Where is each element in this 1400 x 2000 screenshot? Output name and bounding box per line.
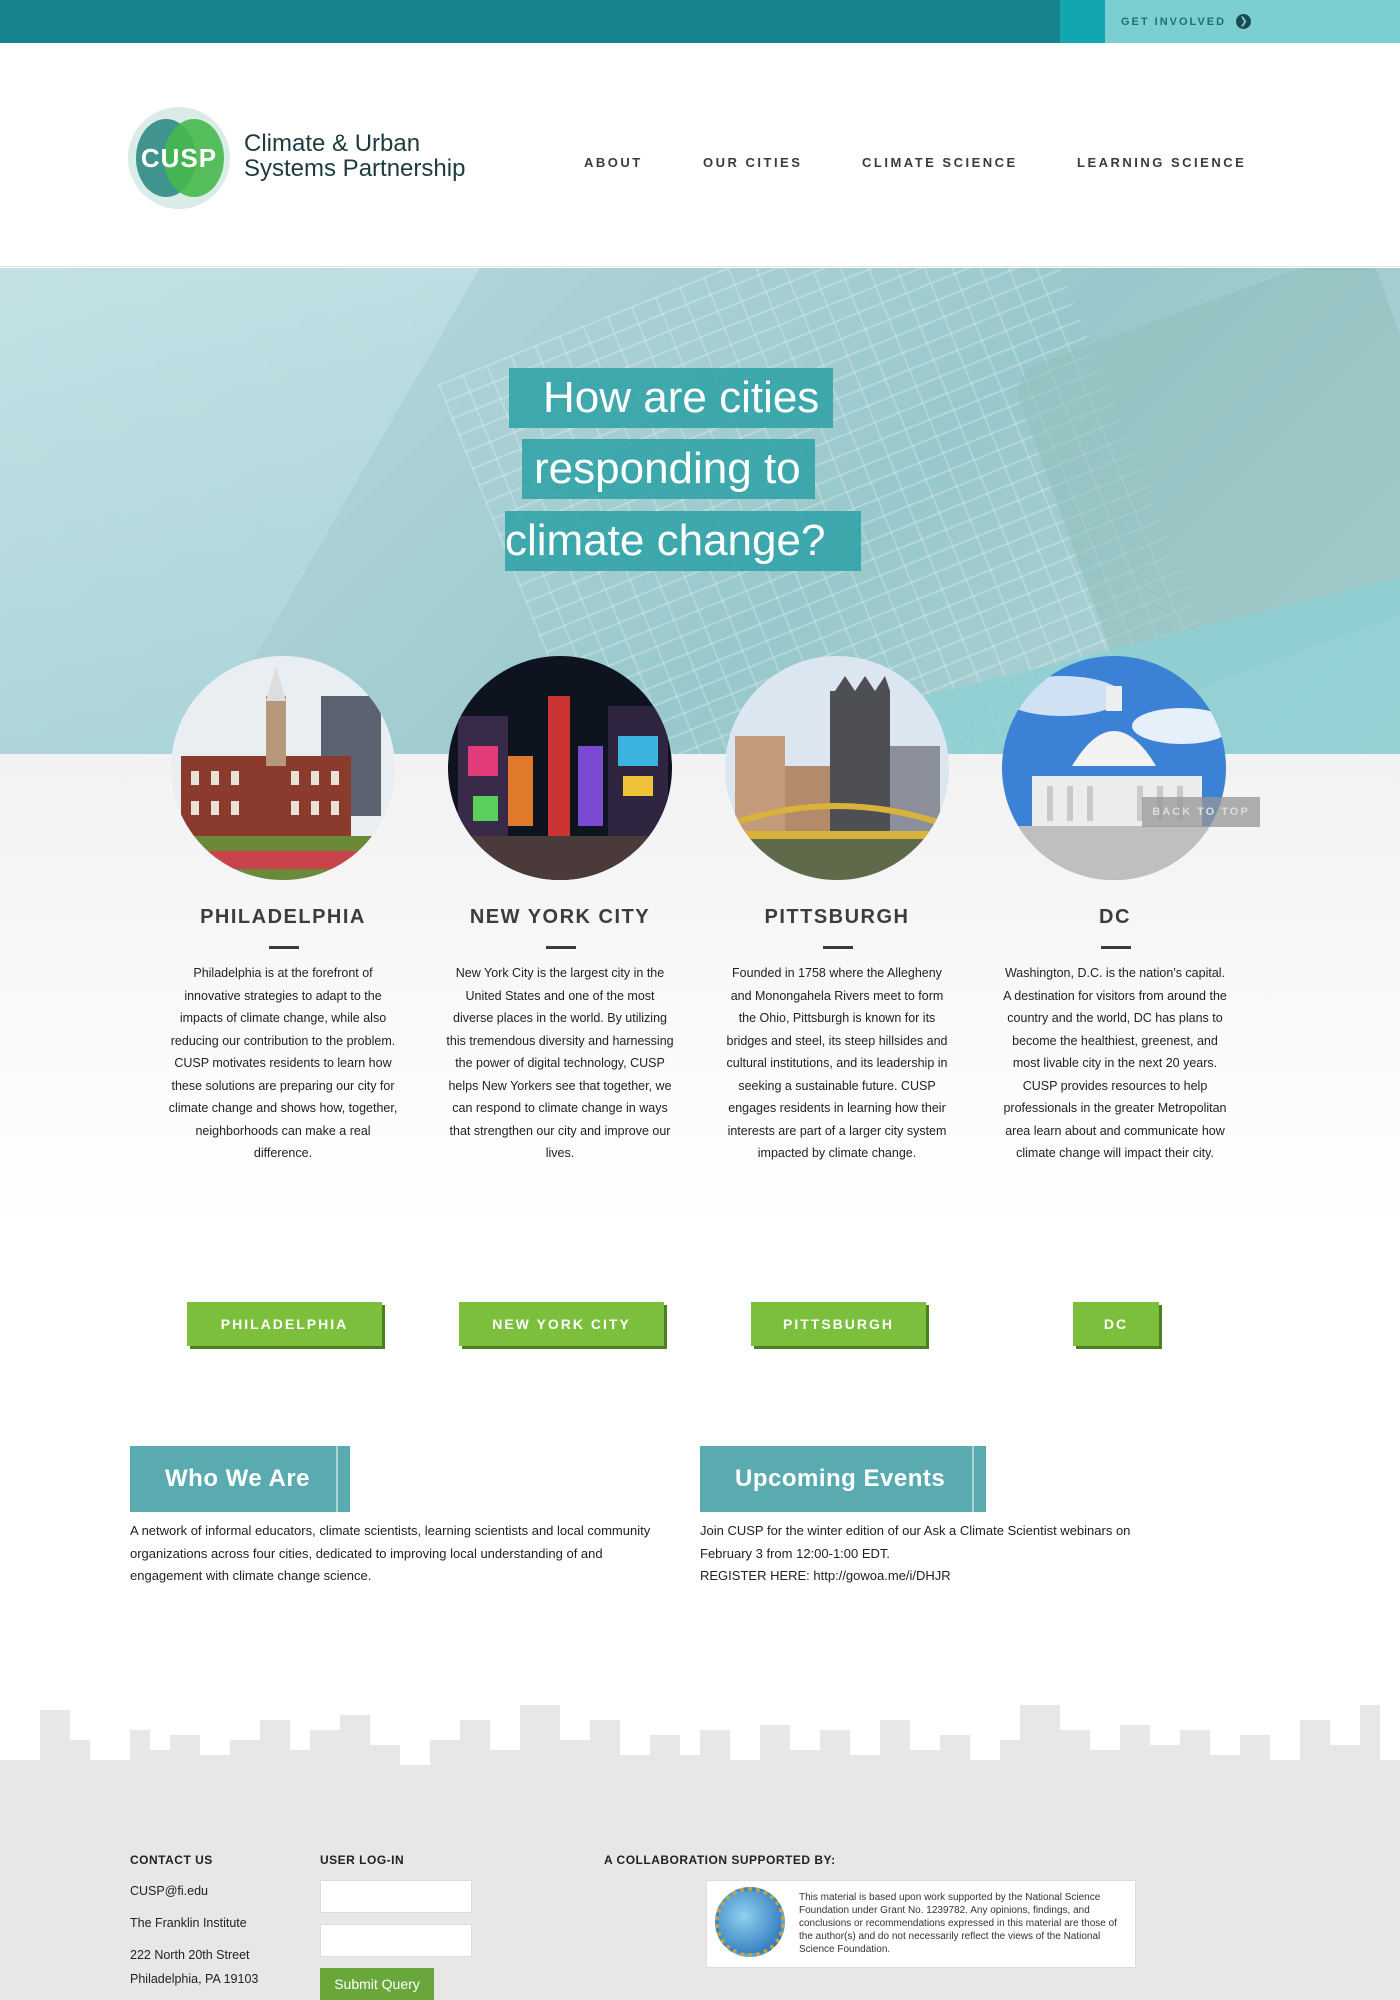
dc-description: Washington, D.C. is the nation's capital… [1003, 966, 1227, 1160]
philadelphia-image[interactable] [171, 656, 395, 880]
philadelphia-button[interactable]: PHILADELPHIA [187, 1302, 382, 1346]
contact-heading: CONTACT US [130, 1853, 213, 1867]
site-name-line1: Climate & Urban [244, 130, 421, 157]
new-york-city-divider [546, 946, 576, 949]
dc-button[interactable]: DC [1073, 1302, 1159, 1346]
nav-about[interactable]: ABOUT [584, 155, 643, 170]
nsf-acknowledgement-text: This material is based upon work support… [799, 1892, 1117, 1955]
hero-headline-line2: responding to [522, 439, 815, 499]
who-we-are-title: Who We Are [165, 1465, 311, 1492]
collaboration-heading: A COLLABORATION SUPPORTED BY: [604, 1853, 836, 1867]
site-footer [0, 1798, 1400, 2000]
top-bar-accent [1060, 0, 1105, 43]
dc-divider [1101, 946, 1131, 949]
site-name[interactable]: Climate & Urban Systems Partnership [244, 131, 465, 181]
cusp-logo[interactable]: CUSP [128, 107, 230, 209]
philadelphia-description: Philadelphia is at the forefront of inno… [168, 966, 398, 1160]
hero-banner: How are cities responding to climate cha… [0, 268, 1400, 754]
site-name-line2: Systems Partnership [244, 155, 466, 182]
back-to-top-button[interactable]: BACK TO TOP [1142, 797, 1260, 827]
nav-our-cities[interactable]: OUR CITIES [703, 155, 802, 170]
username-field[interactable] [320, 1880, 472, 1913]
hero-headline-line3: climate change? [505, 511, 862, 571]
new-york-city-title: NEW YORK CITY [469, 906, 651, 928]
submit-query-button[interactable]: Submit Query [320, 1968, 434, 2000]
heading-accent [972, 1446, 974, 1512]
contact-email[interactable]: CUSP@fi.edu [130, 1884, 208, 1898]
upcoming-events-title: Upcoming Events [735, 1465, 946, 1492]
new-york-city-description: New York City is the largest city in the… [446, 966, 674, 1160]
philadelphia-title: PHILADELPHIA [200, 906, 366, 928]
top-bar: GET INVOLVED ❯ [0, 0, 1400, 43]
nsf-acknowledgement: This material is based upon work support… [706, 1880, 1136, 1968]
pittsburgh-divider [823, 946, 853, 949]
hero-headline-line1: How are cities [509, 368, 834, 428]
events-register-link[interactable]: REGISTER HERE: http://gowoa.me/i/DHJR [700, 1565, 1260, 1588]
pittsburgh-title: PITTSBURGH [764, 906, 910, 928]
nav-learning-science[interactable]: LEARNING SCIENCE [1077, 155, 1246, 170]
who-we-are-text: A network of informal educators, climate… [130, 1523, 651, 1583]
events-line2: February 3 from 12:00-1:00 EDT. [700, 1545, 891, 1561]
who-we-are-heading: Who We Are [130, 1446, 350, 1512]
pittsburgh-image[interactable] [725, 656, 949, 880]
upcoming-events-heading: Upcoming Events [700, 1446, 986, 1512]
password-field[interactable] [320, 1924, 472, 1957]
site-header: CUSP Climate & Urban Systems Partnership… [0, 43, 1400, 267]
new-york-city-image[interactable] [448, 656, 672, 880]
upcoming-events-text: Join CUSP for the winter edition of our … [700, 1520, 1260, 1588]
nav-climate-science[interactable]: CLIMATE SCIENCE [862, 155, 1018, 170]
philadelphia-divider [269, 946, 299, 949]
chevron-right-icon: ❯ [1236, 14, 1252, 29]
contact-address-line1: 222 North 20th Street [130, 1948, 250, 1962]
contact-address-line2: Philadelphia, PA 19103 [130, 1972, 259, 1986]
pittsburgh-description: Founded in 1758 where the Allegheny and … [726, 966, 948, 1160]
heading-accent [336, 1446, 338, 1512]
dc-title: DC [1099, 906, 1131, 928]
logo-text: CUSP [140, 143, 218, 173]
get-involved-button[interactable]: GET INVOLVED ❯ [1105, 0, 1400, 43]
events-line1: Join CUSP for the winter edition of our … [700, 1523, 1131, 1538]
city-skyline-graphic [0, 1705, 1400, 1800]
contact-org: The Franklin Institute [130, 1916, 247, 1930]
get-involved-label: GET INVOLVED [1121, 15, 1227, 28]
new-york-city-button[interactable]: NEW YORK CITY [459, 1302, 664, 1346]
pittsburgh-button[interactable]: PITTSBURGH [751, 1302, 926, 1346]
user-login-heading: USER LOG-IN [320, 1853, 405, 1867]
dc-image[interactable] [1002, 656, 1226, 880]
nsf-logo-icon [715, 1887, 785, 1957]
